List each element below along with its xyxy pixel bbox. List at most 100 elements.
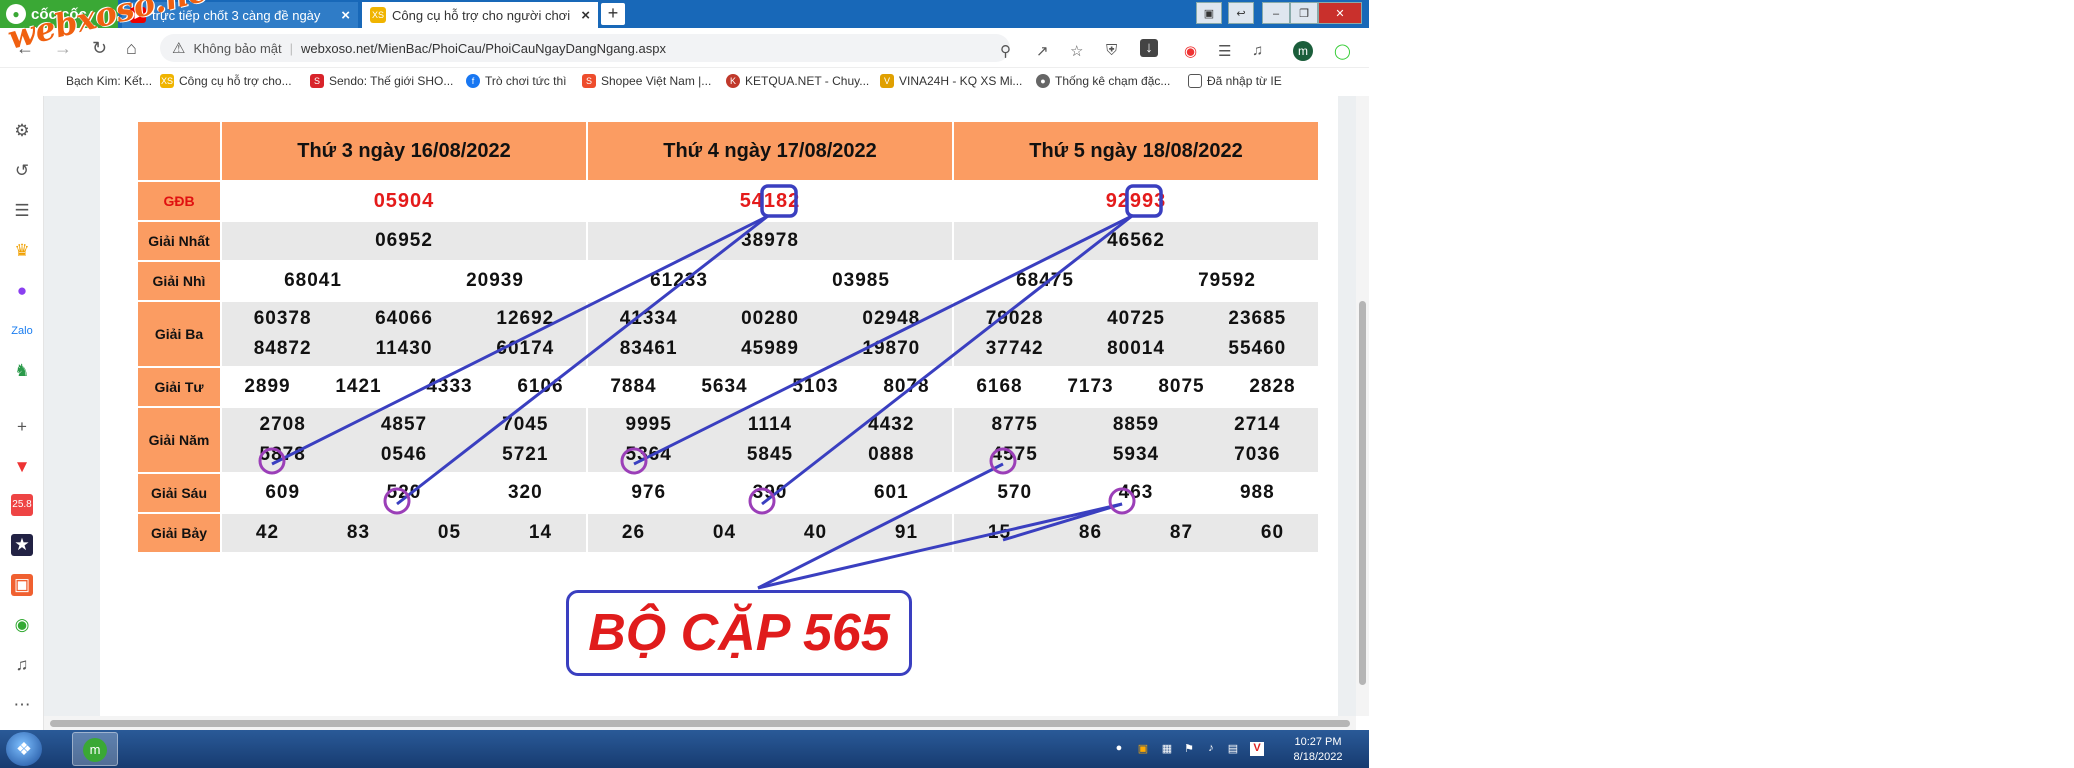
- lottery-number: 04: [712, 522, 737, 543]
- bookmark-label: Đã nhập từ IE: [1207, 74, 1282, 88]
- location-icon[interactable]: ◉: [11, 614, 33, 636]
- address-bar[interactable]: ⚠ Không bảo mật | webxoso.net/MienBac/Ph…: [160, 34, 1010, 62]
- bookmark-item[interactable]: ● Thống kê chạm đặc...: [1036, 74, 1170, 88]
- calendar-icon[interactable]: 25.8: [11, 494, 33, 516]
- bookmark-item[interactable]: Đã nhập từ IE: [1188, 74, 1282, 88]
- bookmark-item[interactable]: f Trò chơi tức thì: [466, 74, 566, 88]
- prize-row: Giải Năm 2708 4857 7045 5878 0546 5721 9995 1114…: [136, 406, 1320, 474]
- lottery-number: 5845: [746, 444, 794, 465]
- lottery-number: 68041: [284, 270, 342, 291]
- shield-icon[interactable]: ⛨: [1106, 42, 1117, 59]
- scrollbar-thumb[interactable]: [50, 720, 1350, 727]
- zalo-icon[interactable]: Zalo: [11, 320, 33, 342]
- extensions-icon[interactable]: ☰: [1218, 42, 1231, 60]
- scrollbar-thumb[interactable]: [1359, 301, 1366, 685]
- messenger-icon[interactable]: ●: [11, 280, 33, 302]
- bookmark-icon: V: [880, 74, 894, 88]
- bookmark-item[interactable]: XS Công cụ hỗ trợ cho...: [160, 74, 292, 88]
- start-button[interactable]: ❖: [6, 732, 42, 766]
- tab-webxoso[interactable]: XS Công cụ hỗ trợ cho người chơi ×: [362, 2, 598, 28]
- lottery-number: 7036: [1234, 444, 1281, 465]
- crown-icon[interactable]: ♛: [11, 240, 33, 262]
- prize-cell: 570 463 988: [952, 472, 1320, 514]
- tray-icon[interactable]: ●: [1112, 742, 1126, 756]
- number-group: 61233 03985: [588, 270, 952, 292]
- chrome-icon[interactable]: ◉: [1184, 42, 1197, 60]
- number-group: 41334 00280 02948 83461 45989 19870: [588, 304, 952, 364]
- more-icon[interactable]: ⋯: [11, 694, 33, 716]
- tray-icon[interactable]: ▣: [1136, 742, 1150, 756]
- media-icon[interactable]: ♫: [1252, 42, 1263, 59]
- close-icon[interactable]: ×: [581, 7, 590, 24]
- volume-icon[interactable]: ♪: [1204, 742, 1218, 756]
- prize-label: Giải Tư: [136, 366, 222, 408]
- prize-cell: 06952: [220, 220, 588, 262]
- back-arrow-icon[interactable]: ↩: [1228, 2, 1254, 24]
- key-icon[interactable]: ⚲: [1000, 42, 1011, 60]
- media-app-icon[interactable]: ▣: [11, 574, 33, 596]
- bookmark-label: Sendo: Thế giới SHO...: [329, 74, 454, 88]
- game-app-icon[interactable]: ★: [11, 534, 33, 556]
- lottery-number: 23685: [1228, 308, 1287, 329]
- flag-icon[interactable]: ⚑: [1182, 742, 1196, 756]
- lottery-number: 79592: [1198, 270, 1256, 291]
- new-tab-button[interactable]: +: [601, 3, 625, 25]
- network-icon[interactable]: ▤: [1226, 742, 1240, 756]
- lottery-number: 83: [346, 522, 371, 543]
- prize-row: Giải Sáu 609 520 320 976 390 601 570 463 988: [136, 472, 1320, 514]
- bookmark-item[interactable]: S Sendo: Thế giới SHO...: [310, 74, 453, 88]
- lottery-number: 8075: [1158, 376, 1205, 397]
- screenshot-icon[interactable]: ▣: [1196, 2, 1222, 24]
- gear-icon[interactable]: ⚙: [11, 120, 33, 142]
- lottery-number: 40725: [1107, 308, 1165, 329]
- minimize-button[interactable]: –: [1262, 2, 1290, 24]
- reload-icon[interactable]: ↻: [92, 38, 107, 59]
- close-window-button[interactable]: ✕: [1318, 2, 1362, 24]
- vietkey-icon[interactable]: V: [1250, 742, 1264, 756]
- download-icon[interactable]: ↓: [1140, 39, 1158, 57]
- status-ring-icon[interactable]: ◯: [1334, 42, 1351, 60]
- bookmark-item[interactable]: Bạch Kim: Kết...: [66, 74, 152, 88]
- number-group: 06952: [222, 230, 586, 252]
- lottery-number: 14: [528, 522, 553, 543]
- prize-row: Giải Bảy 42 83 05 14 26 04 40 91 15 86 87 60: [136, 512, 1320, 554]
- bookmark-label: VINA24H - KQ XS Mi...: [899, 74, 1023, 88]
- lottery-number: 2899: [244, 376, 291, 397]
- bookmark-item[interactable]: V VINA24H - KQ XS Mi...: [880, 74, 1022, 88]
- lottery-number: 5934: [1112, 444, 1160, 465]
- lottery-number: 45989: [741, 338, 799, 359]
- browser-window: ● cốc cốc ▶ trực tiếp chốt 3 càng đề ngà…: [0, 0, 1369, 768]
- vertical-scrollbar[interactable]: [1356, 96, 1369, 716]
- history-icon[interactable]: ↺: [11, 160, 33, 182]
- prize-cell: 15 86 87 60: [952, 512, 1320, 554]
- avatar[interactable]: m: [1293, 41, 1313, 61]
- maximize-button[interactable]: ❐: [1290, 2, 1318, 24]
- prize-cell: 41334 00280 02948 83461 45989 19870: [586, 300, 954, 368]
- home-icon[interactable]: ⌂: [126, 38, 137, 59]
- lottery-number: 7045: [502, 414, 549, 435]
- prize-cell: 05904: [220, 180, 588, 222]
- clock[interactable]: 10:27 PM 8/18/2022: [1282, 735, 1354, 765]
- bookmark-item[interactable]: S Shopee Việt Nam |...: [582, 74, 711, 88]
- prize-cell: 54182: [586, 180, 954, 222]
- taskbar-app-coccoc[interactable]: m: [72, 732, 118, 766]
- prize-cell: 79028 40725 23685 37742 80014 55460: [952, 300, 1320, 368]
- bell-icon[interactable]: ♫: [11, 654, 33, 676]
- add-icon[interactable]: +: [11, 416, 33, 438]
- lottery-number: 83461: [619, 338, 678, 359]
- lottery-number: 91: [894, 522, 919, 543]
- lottery-number: 84872: [253, 338, 312, 359]
- close-icon[interactable]: ×: [341, 7, 350, 24]
- game-icon[interactable]: ♞: [11, 360, 33, 382]
- bookmark-label: Thống kê chạm đặc...: [1055, 74, 1171, 88]
- lottery-number: 520: [386, 482, 422, 503]
- star-icon[interactable]: ☆: [1070, 42, 1083, 60]
- list-icon[interactable]: ☰: [11, 200, 33, 222]
- app-icon[interactable]: ▼: [11, 456, 33, 478]
- bookmark-item[interactable]: K KETQUA.NET - Chuy...: [726, 74, 869, 88]
- share-icon[interactable]: ↗: [1036, 42, 1049, 60]
- tray-icon[interactable]: ▦: [1160, 742, 1174, 756]
- prize-cell: 42 83 05 14: [220, 512, 588, 554]
- horizontal-scrollbar[interactable]: [44, 716, 1356, 730]
- blank-area: [1369, 0, 2074, 768]
